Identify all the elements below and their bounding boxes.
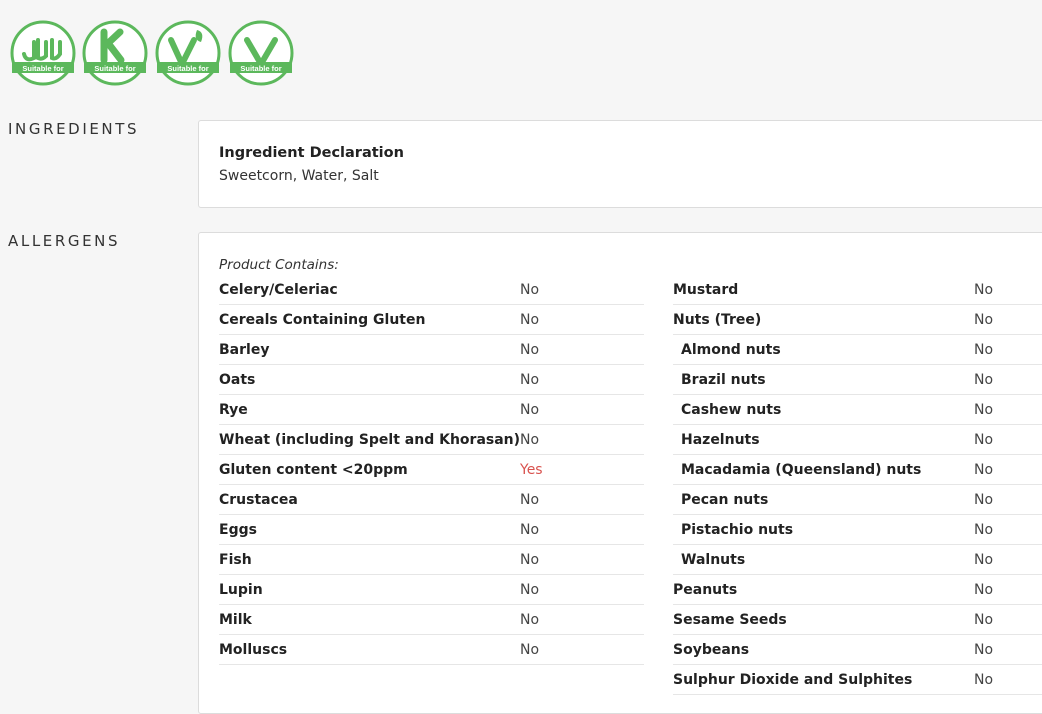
halal-icon: Suitable for [10,20,76,86]
allergen-row: Pistachio nuts No [673,515,1042,545]
allergen-name: Gluten content <20ppm [219,462,408,478]
allergen-name: Barley [219,342,270,358]
allergen-value: No [520,402,540,418]
allergen-row: Fish No [219,545,644,575]
allergen-row: Sesame Seeds No [673,605,1042,635]
allergen-name: Cashew nuts [681,402,782,418]
allergen-name: Crustacea [219,492,298,508]
allergen-value: No [974,612,994,628]
badge-caption: Suitable for [240,64,281,73]
allergen-value: No [520,612,540,628]
allergen-row: Sulphur Dioxide and Sulphites No [673,665,1042,695]
allergen-value: No [974,672,994,688]
allergen-value: Yes [520,462,543,478]
allergen-value: No [520,282,540,298]
allergen-value: No [520,582,540,598]
allergen-row: Milk No [219,605,644,635]
allergen-value: No [974,582,994,598]
badge-caption: Suitable for [22,64,63,73]
allergen-value: No [520,522,540,538]
allergen-value: No [520,642,540,658]
allergen-row: Lupin No [219,575,644,605]
allergen-name: Hazelnuts [681,432,760,448]
allergen-value: No [520,342,540,358]
allergen-name: Soybeans [673,642,750,658]
allergen-name: Pistachio nuts [681,522,794,538]
allergen-value: No [520,432,540,448]
allergen-name: Macadamia (Queensland) nuts [681,462,922,478]
allergen-name: Brazil nuts [681,372,766,388]
ingredients-section-label: INGREDIENTS [8,120,140,138]
allergen-name: Sesame Seeds [673,612,787,628]
allergen-value: No [520,372,540,388]
allergen-row: Hazelnuts No [673,425,1042,455]
allergen-value: No [974,642,994,658]
allergen-row: Pecan nuts No [673,485,1042,515]
allergen-value: No [974,342,994,358]
allergen-name: Sulphur Dioxide and Sulphites [673,672,913,688]
allergen-name: Molluscs [219,642,288,658]
allergen-name: Oats [219,372,256,388]
allergen-row: Celery/Celeriac No [219,275,644,305]
allergen-row: Oats No [219,365,644,395]
allergen-value: No [974,552,994,568]
product-contains-label: Product Contains: [219,257,339,273]
allergen-value: No [520,312,540,328]
vegan-icon: Suitable for [228,20,294,86]
allergen-row: Cereals Containing Gluten No [219,305,644,335]
allergen-row: Gluten content <20ppm Yes [219,455,644,485]
allergen-value: No [974,522,994,538]
allergen-row: Crustacea No [219,485,644,515]
allergen-row: Almond nuts No [673,335,1042,365]
allergen-row: Rye No [219,395,644,425]
badge-caption: Suitable for [94,64,135,73]
allergen-value: No [974,402,994,418]
allergen-name: Eggs [219,522,257,538]
allergens-right-column: Mustard No Nuts (Tree) No Almond nuts No Brazi… [673,275,1042,695]
allergen-name: Pecan nuts [681,492,769,508]
allergen-name: Peanuts [673,582,738,598]
allergen-name: Milk [219,612,252,628]
allergen-row: Soybeans No [673,635,1042,665]
allergen-row: Wheat (including Spelt and Khorasan) No [219,425,644,455]
allergen-name: Celery/Celeriac [219,282,338,298]
allergen-row: Cashew nuts No [673,395,1042,425]
allergen-row: Eggs No [219,515,644,545]
ingredient-declaration-title: Ingredient Declaration [219,145,404,161]
allergen-name: Mustard [673,282,739,298]
allergen-row: Walnuts No [673,545,1042,575]
allergen-value: No [974,312,994,328]
allergen-row: Molluscs No [219,635,644,665]
allergen-value: No [974,372,994,388]
allergen-value: No [974,432,994,448]
allergen-name: Cereals Containing Gluten [219,312,426,328]
allergen-value: No [974,492,994,508]
allergen-name: Rye [219,402,248,418]
allergens-panel: Product Contains: Celery/Celeriac No Cerea… [198,232,1042,714]
allergen-name: Nuts (Tree) [673,312,762,328]
allergen-row: Peanuts No [673,575,1042,605]
allergens-section-label: ALLERGENS [8,232,121,250]
allergen-name: Almond nuts [681,342,781,358]
allergen-value: No [520,492,540,508]
allergen-name: Wheat (including Spelt and Khorasan) [219,432,521,448]
vegetarian-icon: Suitable for [155,20,221,86]
allergen-row: Barley No [219,335,644,365]
allergen-row: Brazil nuts No [673,365,1042,395]
allergen-value: No [974,462,994,478]
kosher-icon: Suitable for [82,20,148,86]
allergen-name: Fish [219,552,252,568]
allergen-value: No [520,552,540,568]
allergen-name: Lupin [219,582,263,598]
allergen-row: Macadamia (Queensland) nuts No [673,455,1042,485]
badge-caption: Suitable for [167,64,208,73]
allergens-left-column: Celery/Celeriac No Cereals Containing Glut… [219,275,644,665]
ingredients-panel: Ingredient Declaration Sweetcorn, Water,… [198,120,1042,208]
allergen-name: Walnuts [681,552,746,568]
allergen-row: Nuts (Tree) No [673,305,1042,335]
allergen-value: No [974,282,994,298]
allergen-row: Mustard No [673,275,1042,305]
ingredient-declaration-text: Sweetcorn, Water, Salt [219,168,379,184]
